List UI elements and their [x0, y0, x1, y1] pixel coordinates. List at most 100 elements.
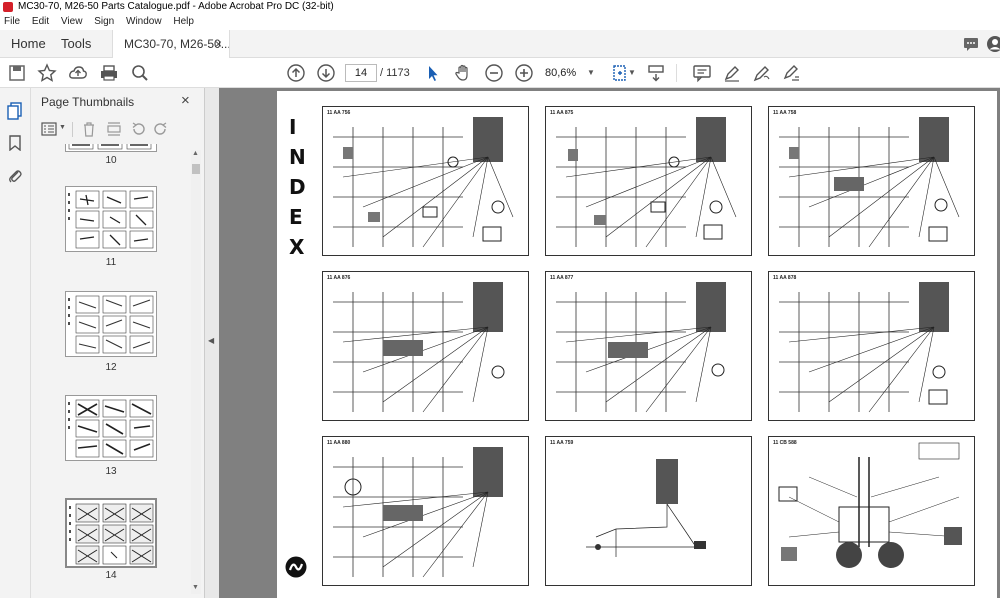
schematic-panel: 11 AA 758	[768, 106, 975, 256]
fill-sign-icon[interactable]	[782, 63, 802, 83]
menu-view[interactable]: View	[61, 16, 83, 27]
zoom-search-icon[interactable]	[130, 63, 150, 83]
index-letter: N	[289, 145, 306, 169]
bookmark-star-icon[interactable]	[37, 63, 57, 83]
schematic-code: 11 AA 880	[327, 440, 351, 446]
thumbnail-page[interactable]	[65, 186, 157, 252]
wiring-diagram	[333, 447, 503, 578]
navigation-rail	[0, 88, 31, 598]
scroll-mode-icon[interactable]	[646, 63, 666, 83]
thumbnail-label: 11	[105, 257, 117, 268]
add-comment-icon[interactable]	[692, 63, 712, 83]
thumbnail-label: 10	[105, 155, 117, 166]
schematic-code: 11 CB 588	[773, 440, 797, 446]
index-letter: I	[289, 115, 297, 139]
next-page-icon[interactable]	[316, 63, 336, 83]
bookmarks-icon[interactable]	[9, 135, 21, 151]
chevron-down-icon: ▼	[587, 68, 595, 77]
schematic-code: 11 AA 756	[327, 110, 351, 116]
upload-cloud-icon[interactable]	[68, 63, 88, 83]
print-icon[interactable]	[99, 63, 119, 83]
schematic-panel: 11 AA 878	[768, 271, 975, 421]
rotate-clockwise-icon[interactable]	[153, 121, 169, 137]
window-title-bar: MC30-70, M26-50 Parts Catalogue.pdf - Ad…	[0, 0, 1000, 14]
wiring-diagram	[586, 459, 706, 557]
index-letter: X	[289, 235, 305, 259]
menu-sign[interactable]: Sign	[94, 16, 114, 27]
previous-page-icon[interactable]	[286, 63, 306, 83]
tab-tools[interactable]: Tools	[61, 30, 91, 58]
schematic-code: 11 AA 758	[773, 110, 797, 116]
tab-home[interactable]: Home	[11, 30, 46, 58]
save-icon[interactable]	[7, 63, 27, 83]
zoom-out-icon[interactable]	[484, 63, 504, 83]
tab-document[interactable]: MC30-70, M26-50... ×	[112, 30, 230, 59]
schematic-panel: 11 AA 756	[322, 106, 529, 256]
schematic-panel: 11 AA 876	[322, 271, 529, 421]
menu-edit[interactable]: Edit	[32, 16, 49, 27]
thumbnail-scrollbar[interactable]: ▲ ▼	[191, 150, 201, 594]
pdf-page: I N D E X 11 AA 756 11 AA 875 11 AA 758 …	[277, 91, 997, 598]
account-icon[interactable]	[986, 35, 1000, 53]
index-letter: E	[289, 205, 303, 229]
menu-file[interactable]: File	[4, 16, 20, 27]
thumbnail-page[interactable]	[65, 395, 157, 461]
draw-pencil-icon[interactable]	[752, 63, 772, 83]
wiring-diagram	[779, 117, 960, 248]
hand-tool-icon[interactable]	[453, 63, 473, 83]
zoom-in-icon[interactable]	[514, 63, 534, 83]
page-total: / 1173	[380, 67, 410, 79]
thumbnail-page[interactable]	[65, 144, 157, 152]
window-title: MC30-70, M26-50 Parts Catalogue.pdf - Ad…	[18, 1, 334, 12]
page-thumbnails-icon[interactable]	[7, 102, 23, 120]
wiring-diagram	[556, 282, 726, 413]
comment-icon[interactable]	[962, 35, 980, 53]
scrollbar-thumb[interactable]	[192, 164, 200, 174]
close-panel-icon[interactable]: ×	[181, 92, 190, 109]
panel-separator	[72, 122, 73, 137]
schematic-panel: 11 AA 880	[322, 436, 529, 586]
scroll-down-icon[interactable]: ▼	[192, 584, 199, 591]
schematic-panel: 11 AA 877	[545, 271, 752, 421]
page-thumbnails-panel: Page Thumbnails × ▼ 10 11 12 13 14 ▲ ▼	[31, 88, 205, 598]
thumbnail-label: 14	[105, 570, 117, 581]
schematic-code: 11 AA 759	[550, 440, 574, 446]
machine-exploded-view	[778, 442, 962, 568]
menu-window[interactable]: Window	[126, 16, 162, 27]
wiring-diagram	[333, 282, 505, 413]
toolbar-separator	[676, 64, 677, 82]
thumbnail-options-icon[interactable]	[41, 122, 57, 136]
panel-collapse-handle[interactable]: ◀	[205, 88, 219, 598]
thumbnail-list: 10 11 12 13 14	[31, 144, 191, 598]
main-toolbar: 14 / 1173 80,6% ▼ ▼	[0, 58, 1000, 88]
highlight-pen-icon[interactable]	[722, 63, 742, 83]
wiring-diagram	[779, 282, 949, 413]
page-fit-chevron-icon[interactable]: ▼	[628, 68, 636, 77]
delete-trash-icon[interactable]	[82, 121, 96, 137]
schematic-code: 11 AA 876	[327, 275, 351, 281]
select-pointer-icon[interactable]	[423, 63, 443, 83]
schematic-panel: 11 CB 588	[768, 436, 975, 586]
close-tab-icon[interactable]: ×	[215, 30, 222, 58]
thumbnail-label: 12	[105, 362, 117, 373]
extract-pages-icon[interactable]	[106, 121, 122, 137]
document-canvas[interactable]: I N D E X 11 AA 756 11 AA 875 11 AA 758 …	[219, 88, 1000, 598]
menu-bar: File Edit View Sign Window Help	[0, 14, 1000, 30]
options-chevron-icon[interactable]: ▼	[59, 124, 66, 131]
rotate-counterclockwise-icon[interactable]	[130, 121, 146, 137]
thumbnail-page[interactable]	[65, 291, 157, 357]
schematic-panel: 11 AA 875	[545, 106, 752, 256]
tab-bar: Home Tools MC30-70, M26-50... ×	[0, 30, 1000, 59]
schematic-code: 11 AA 875	[550, 110, 574, 116]
wiring-diagram	[556, 117, 737, 248]
schematic-code: 11 AA 878	[773, 275, 797, 281]
attachments-icon[interactable]	[8, 167, 22, 183]
thumbnail-page-current[interactable]	[65, 498, 157, 568]
page-fit-icon[interactable]	[610, 63, 630, 83]
zoom-level-select[interactable]: 80,6% ▼	[545, 64, 597, 82]
scroll-up-icon[interactable]: ▲	[192, 150, 199, 157]
menu-help[interactable]: Help	[173, 16, 194, 27]
collapse-arrow-icon[interactable]: ◀	[208, 336, 214, 345]
page-number-input[interactable]: 14	[345, 64, 377, 82]
panel-toolbar: ▼	[31, 118, 205, 142]
